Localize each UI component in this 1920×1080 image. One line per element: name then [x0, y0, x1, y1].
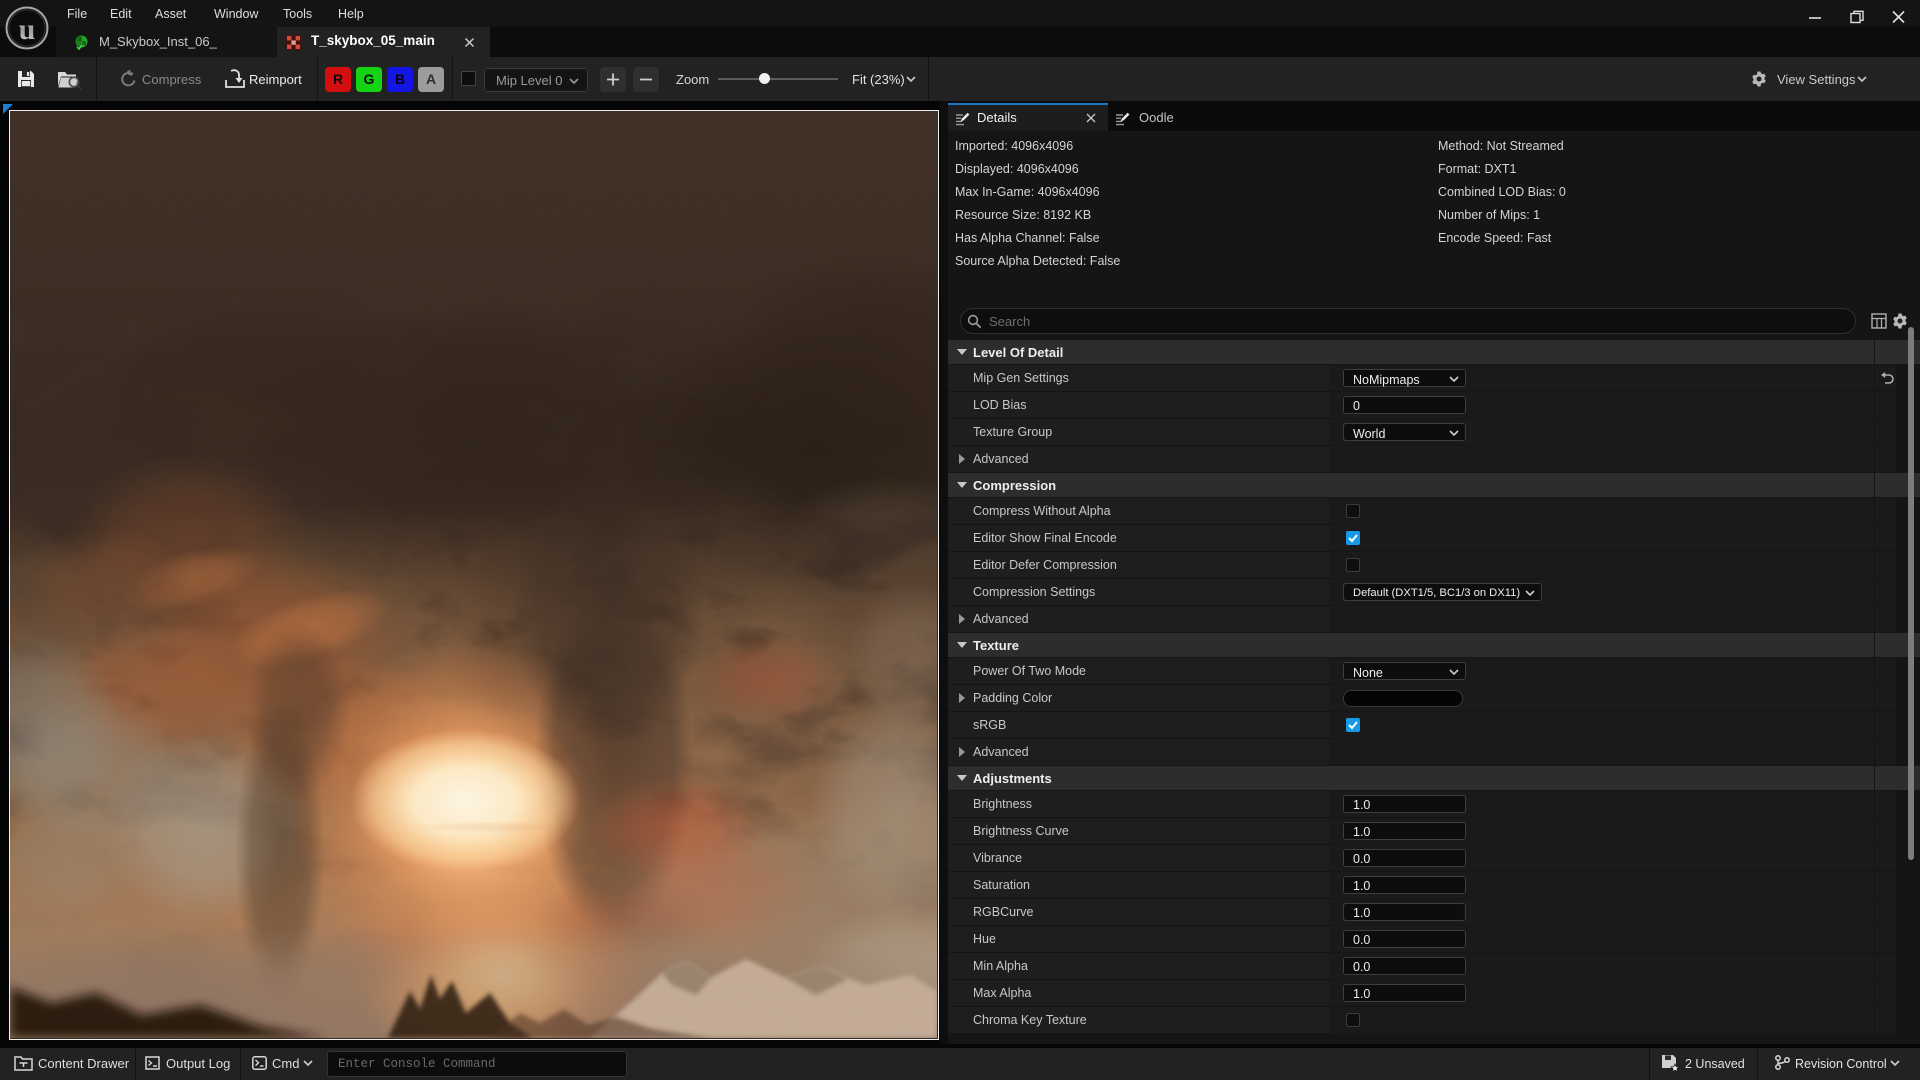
svg-text:u: u	[19, 13, 36, 46]
